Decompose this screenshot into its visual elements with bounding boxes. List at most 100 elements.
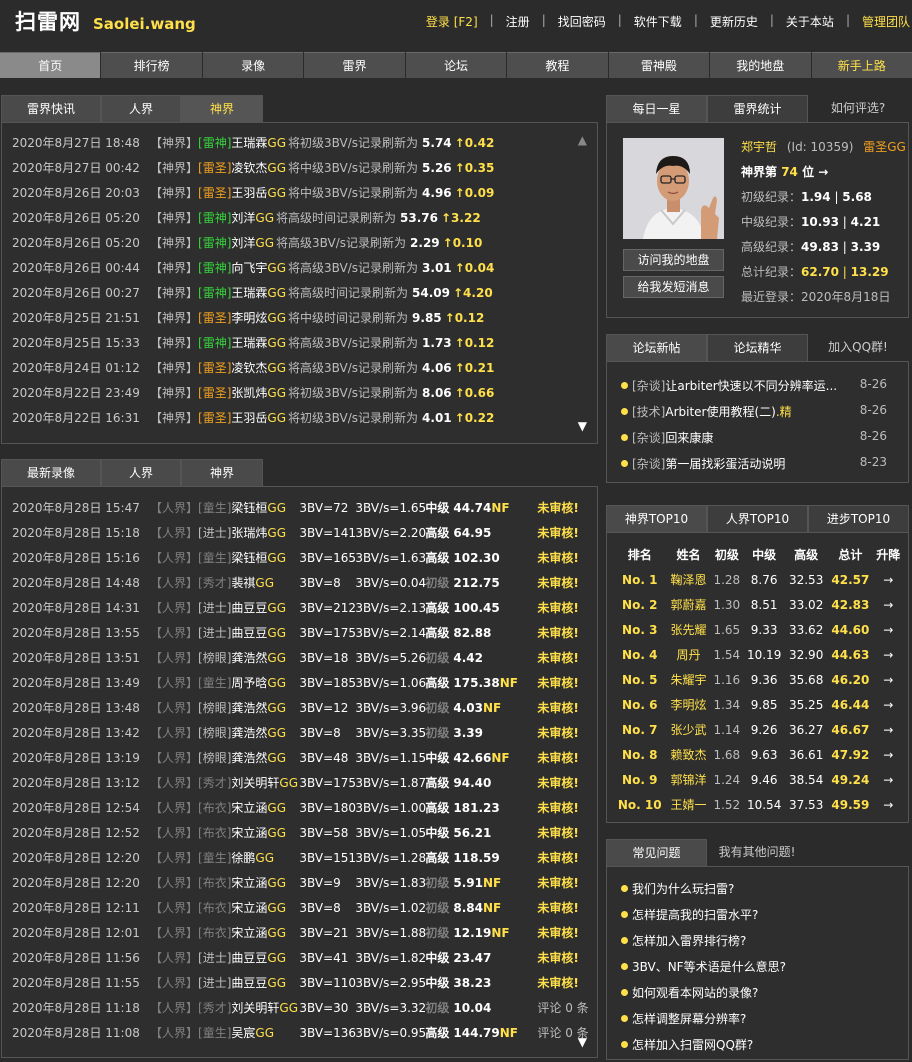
video-item[interactable]: 2020年8月28日 12:01 【人界】[布衣]宋立涵GG 3BV=21 3BV/s…	[12, 921, 579, 946]
video-item[interactable]: 2020年8月28日 11:18 【人界】[秀才]刘关明轩GG3BV=30 3BV/…	[12, 996, 589, 1021]
top10-name[interactable]: 朱耀宇	[666, 667, 710, 692]
video-item[interactable]: 2020年8月28日 13:12 【人界】[秀才]刘关明轩GG3BV=1753BV…	[12, 771, 579, 796]
avatar[interactable]	[623, 138, 724, 239]
forum-post[interactable]: [杂谈]回来康康 8-26	[621, 429, 897, 446]
news-player-name[interactable]: 向飞宇	[231, 256, 267, 281]
top10-name[interactable]: 李明炫	[666, 692, 710, 717]
news-item[interactable]: 2020年8月22日 16:31 【神界】[雷圣]王羽岳GG 将初级3BV/s记录刷…	[12, 406, 494, 431]
faq-item[interactable]: 怎样调整屏幕分辨率?	[621, 1010, 746, 1027]
tab-news-god[interactable]: 神界	[181, 95, 263, 122]
video-item[interactable]: 2020年8月28日 13:49 【人界】[童生]周予晗GG 3BV=1853BV/…	[12, 671, 579, 696]
video-item[interactable]: 2020年8月28日 13:42 【人界】[榜眼]龚浩然GG 3BV=8 3BV/s=…	[12, 721, 579, 746]
video-item[interactable]: 2020年8月28日 13:55 【人界】[进士]曲豆豆GG 3BV=1753BV/…	[12, 621, 579, 646]
video-player-name[interactable]: 龚浩然	[231, 646, 267, 671]
tab-stats[interactable]: 雷界统计	[707, 95, 808, 122]
video-player[interactable]: 吴宸GG	[231, 1021, 299, 1046]
video-item[interactable]: 2020年8月28日 12:11 【人界】[布衣]宋立涵GG 3BV=8 3BV/s=…	[12, 896, 579, 921]
news-player-name[interactable]: 刘洋	[231, 206, 255, 231]
admin-team-link[interactable]: 管理团队	[850, 13, 910, 30]
news-player-name[interactable]: 王羽岳	[231, 406, 267, 431]
tab-faq[interactable]: 常见问题	[606, 839, 707, 866]
top10-name[interactable]: 张先耀	[666, 617, 710, 642]
login-link[interactable]: 登录 [F2]	[414, 13, 490, 30]
faq-question[interactable]: 怎样提高我的扫雷水平?	[632, 908, 758, 922]
forum-post-title[interactable]: 回来康康	[665, 431, 713, 445]
faq-item[interactable]: 怎样提高我的扫雷水平?	[621, 906, 758, 923]
visit-my-space-button[interactable]: 访问我的地盘	[623, 249, 724, 271]
tab-daily-star[interactable]: 每日一星	[606, 95, 707, 122]
video-player-name[interactable]: 曲豆豆	[231, 596, 267, 621]
news-player-name[interactable]: 刘洋	[231, 231, 255, 256]
video-player-name[interactable]: 吴宸	[231, 1021, 255, 1046]
video-player[interactable]: 宋立涵GG	[231, 871, 299, 896]
news-player-name[interactable]: 张凯炜	[231, 381, 267, 406]
video-player-name[interactable]: 曲豆豆	[231, 946, 267, 971]
nav-forum[interactable]: 论坛	[405, 52, 507, 78]
video-player-name[interactable]: 宋立涵	[231, 896, 267, 921]
video-item[interactable]: 2020年8月28日 13:51 【人界】[榜眼]龚浩然GG 3BV=18 3BV/s…	[12, 646, 579, 671]
video-player[interactable]: 梁钰桓GG	[231, 546, 299, 571]
video-item[interactable]: 2020年8月28日 15:16 【人界】[童生]梁钰桓GG 3BV=1653BV/…	[12, 546, 579, 571]
video-item[interactable]: 2020年8月28日 13:19 【人界】[榜眼]龚浩然GG 3BV=48 3BV/s…	[12, 746, 579, 771]
video-status[interactable]: 评论 0 条	[537, 996, 588, 1021]
video-player[interactable]: 龚浩然GG	[231, 721, 299, 746]
other-questions-link[interactable]: 我有其他问题!	[707, 839, 807, 866]
news-item[interactable]: 2020年8月26日 20:03 【神界】[雷圣]王羽岳GG 将中级3BV/s记录刷…	[12, 181, 494, 206]
tab-god-top10[interactable]: 神界TOP10	[606, 505, 707, 532]
forum-post[interactable]: [杂谈]让arbiter快速以不同分辨率运... 8-26	[621, 377, 897, 394]
tab-videos-human[interactable]: 人界	[101, 459, 181, 486]
video-item[interactable]: 2020年8月28日 14:48 【人界】[秀才]裴祺GG 3BV=8 3BV/s=0…	[12, 571, 579, 596]
video-player[interactable]: 曲豆豆GG	[231, 596, 299, 621]
nav-videos[interactable]: 录像	[202, 52, 304, 78]
forum-post[interactable]: [杂谈]第一届找彩蛋活动说明 8-23	[621, 455, 897, 472]
top10-name[interactable]: 张少武	[666, 717, 710, 742]
update-history-link[interactable]: 更新历史	[698, 13, 770, 30]
faq-item[interactable]: 怎样加入雷界排行榜?	[621, 932, 746, 949]
top10-name[interactable]: 鞠泽恩	[666, 567, 710, 592]
nav-hall[interactable]: 雷神殿	[608, 52, 710, 78]
news-player-name[interactable]: 王瑞霖	[231, 331, 267, 356]
news-item[interactable]: 2020年8月25日 15:33 【神界】[雷神]王瑞霖GG 将高级3BV/s记录刷…	[12, 331, 494, 356]
tab-news-human[interactable]: 人界	[101, 95, 181, 122]
recover-password-link[interactable]: 找回密码	[546, 13, 618, 30]
star-rank[interactable]: 神界第 74 位 →	[741, 163, 828, 180]
video-player-name[interactable]: 龚浩然	[231, 721, 267, 746]
video-player[interactable]: 刘关明轩GG	[231, 996, 299, 1021]
news-item[interactable]: 2020年8月25日 21:51 【神界】[雷圣]李明炫GG 将中级时间记录刷新为 9…	[12, 306, 484, 331]
faq-item[interactable]: 我们为什么玩扫雷?	[621, 880, 734, 897]
video-player-name[interactable]: 龚浩然	[231, 746, 267, 771]
news-player-name[interactable]: 王瑞霖	[231, 281, 267, 306]
tab-progress-top10[interactable]: 进步TOP10	[808, 505, 909, 532]
top10-name[interactable]: 郭蔚嘉	[666, 592, 710, 617]
nav-my-space[interactable]: 我的地盘	[710, 52, 811, 78]
nav-community[interactable]: 雷界	[304, 52, 405, 78]
video-item[interactable]: 2020年8月28日 11:55 【人界】[进士]曲豆豆GG 3BV=1103BV/…	[12, 971, 579, 996]
video-item[interactable]: 2020年8月28日 15:18 【人界】[进士]张瑞炜GG 3BV=1413BV/…	[12, 521, 579, 546]
video-item[interactable]: 2020年8月28日 12:20 【人界】[童生]徐鹏GG 3BV=1513BV/s…	[12, 846, 579, 871]
nav-ranking[interactable]: 排行榜	[101, 52, 202, 78]
faq-item[interactable]: 3BV、NF等术语是什么意思?	[621, 958, 786, 975]
news-player-name[interactable]: 凌钦杰	[231, 356, 267, 381]
video-player-name[interactable]: 曲豆豆	[231, 621, 267, 646]
video-status[interactable]: 评论 0 条	[537, 1021, 588, 1046]
faq-question[interactable]: 我们为什么玩扫雷?	[632, 882, 734, 896]
faq-item[interactable]: 如何观看本网站的录像?	[621, 984, 758, 1001]
news-item[interactable]: 2020年8月22日 23:49 【神界】[雷圣]张凯炜GG 将初级3BV/s记录刷…	[12, 381, 494, 406]
video-player-name[interactable]: 宋立涵	[231, 921, 267, 946]
nav-tutorial[interactable]: 教程	[507, 52, 608, 78]
video-player[interactable]: 龚浩然GG	[231, 646, 299, 671]
tab-latest-videos[interactable]: 最新录像	[1, 459, 101, 486]
faq-question[interactable]: 如何观看本网站的录像?	[632, 986, 758, 1000]
top10-name[interactable]: 郭锦洋	[666, 767, 710, 792]
video-player[interactable]: 龚浩然GG	[231, 746, 299, 771]
tab-news[interactable]: 雷界快讯	[1, 95, 101, 122]
forum-post-title[interactable]: 让arbiter快速以不同分辨率运...	[665, 379, 837, 393]
video-item[interactable]: 2020年8月28日 12:54 【人界】[布衣]宋立涵GG 3BV=1803BV/…	[12, 796, 579, 821]
forum-post[interactable]: [技术]Arbiter使用教程(二).精 8-26	[621, 403, 897, 420]
about-link[interactable]: 关于本站	[774, 13, 846, 30]
tab-human-top10[interactable]: 人界TOP10	[707, 505, 808, 532]
video-item[interactable]: 2020年8月28日 11:08 【人界】[童生]吴宸GG 3BV=1363BV/s…	[12, 1021, 589, 1046]
join-qq-group-link[interactable]: 加入QQ群!	[808, 334, 908, 361]
nav-home[interactable]: 首页	[0, 52, 101, 78]
video-player-name[interactable]: 张瑞炜	[231, 521, 267, 546]
